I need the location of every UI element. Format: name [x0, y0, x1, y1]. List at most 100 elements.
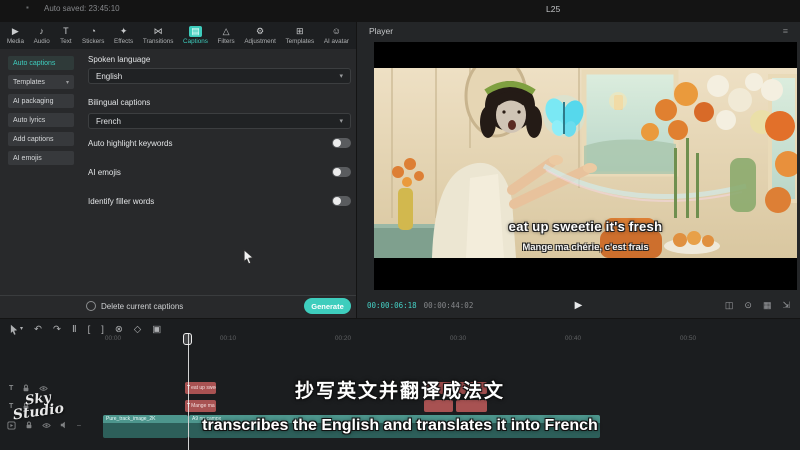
undo-icon[interactable]: ↶: [34, 323, 42, 336]
tab-label: Audio: [34, 38, 50, 45]
spoken-language-value: English: [96, 72, 122, 81]
top-bar: ▪ Auto saved: 23:45:10 L25: [0, 0, 800, 22]
tab-label: Media: [7, 38, 24, 45]
timeline-toolbar: ▾ ↶ ↷ Ⅱ [ ] ⊗ ◇ ▣: [10, 323, 161, 336]
tab-stickers[interactable]: ◔ Stickers: [82, 26, 104, 45]
filler-words-label: Identify filler words: [88, 197, 154, 206]
video-caption-french: Mange ma chérie, c'est frais: [374, 242, 797, 253]
ai-emojis-row: AI emojis: [88, 167, 351, 177]
ruler-label: 00:00: [99, 335, 127, 342]
select-tool[interactable]: ▾: [10, 323, 23, 336]
tab-text[interactable]: T Text: [59, 26, 72, 45]
extract-captions-icon[interactable]: ▣: [152, 323, 161, 336]
app-menu-icon[interactable]: ▪: [26, 3, 29, 12]
chevron-down-icon: ▾: [66, 79, 69, 86]
sidebar-item-label: AI emojis: [13, 155, 42, 162]
fullscreen-icon[interactable]: ⇲: [782, 300, 790, 311]
split-icon[interactable]: Ⅱ: [72, 323, 77, 336]
player-title: Player: [369, 26, 393, 36]
auto-highlight-row: Auto highlight keywords: [88, 138, 351, 148]
sidebar-item-label: Templates: [13, 79, 45, 86]
tab-media[interactable]: ▶ Media: [7, 26, 24, 45]
panel-footer-divider: [0, 295, 356, 296]
subtitle-overlay-english: transcribes the English and translates i…: [0, 417, 800, 435]
filler-words-row: Identify filler words: [88, 196, 351, 206]
auto-highlight-label: Auto highlight keywords: [88, 139, 173, 148]
tab-label: Effects: [114, 38, 133, 45]
caption-clip-text: Mange ma chérie, c'est frais: [191, 403, 216, 409]
sidebar-item-templates[interactable]: Templates ▾: [8, 75, 74, 89]
captions-panel: Auto captions Templates ▾ AI packaging A…: [0, 49, 356, 318]
transitions-icon: ⋈: [152, 26, 165, 37]
sidebar-item-ai-emojis[interactable]: AI emojis: [8, 151, 74, 165]
toggle-knob: [333, 197, 341, 205]
video-preview-stage[interactable]: eat up sweetie it's fresh Mange ma chéri…: [374, 42, 797, 290]
audio-icon: ♪: [35, 26, 48, 37]
tab-adjustment[interactable]: ⚙ Adjustment: [244, 26, 276, 45]
play-button[interactable]: ▶: [575, 300, 583, 311]
tab-label: Stickers: [82, 38, 104, 45]
tab-label: AI avatar: [324, 38, 349, 45]
subtitle-overlay-chinese: 抄写英文并翻译成法文: [0, 376, 800, 403]
chevron-down-icon: ▾: [339, 117, 343, 125]
spoken-language-label: Spoken language: [88, 55, 150, 64]
tab-label: Captions: [183, 38, 208, 45]
tab-captions[interactable]: ▤ Captions: [183, 26, 208, 45]
ratio-icon[interactable]: ◫: [725, 300, 734, 311]
filler-words-toggle[interactable]: [332, 196, 351, 206]
bilingual-captions-label: Bilingual captions: [88, 98, 150, 107]
sidebar-item-label: Auto captions: [13, 60, 55, 67]
tab-label: Adjustment: [244, 38, 276, 45]
sidebar-item-auto-captions[interactable]: Auto captions: [8, 56, 74, 70]
delete-captions-checkbox[interactable]: [86, 301, 96, 311]
ruler-label: 00:30: [444, 335, 472, 342]
tab-label: Text: [60, 38, 72, 45]
player-panel: Player ≡: [357, 22, 800, 318]
pointer-icon: [10, 324, 18, 335]
tab-effects[interactable]: ✦ Effects: [114, 26, 133, 45]
quality-icon[interactable]: ▦: [763, 300, 772, 311]
templates-icon: ⊞: [293, 26, 306, 37]
ruler-label: 00:50: [674, 335, 702, 342]
fit-icon[interactable]: ⊙: [744, 300, 752, 311]
captions-sidebar: Auto captions Templates ▾ AI packaging A…: [8, 56, 74, 170]
auto-highlight-toggle[interactable]: [332, 138, 351, 148]
autosave-status: Auto saved: 23:45:10: [44, 4, 120, 13]
tab-label: Transitions: [143, 38, 174, 45]
toggle-knob: [333, 168, 341, 176]
bilingual-captions-select[interactable]: French ▾: [88, 113, 351, 129]
sidebar-item-label: Add captions: [13, 136, 53, 143]
ai-emojis-toggle[interactable]: [332, 167, 351, 177]
effects-icon: ✦: [117, 26, 130, 37]
spoken-language-select[interactable]: English ▾: [88, 68, 351, 84]
tab-templates[interactable]: ⊞ Templates: [285, 26, 314, 45]
tab-ai-avatar[interactable]: ☺ AI avatar: [324, 26, 349, 45]
sidebar-item-ai-packaging[interactable]: AI packaging: [8, 94, 74, 108]
redo-icon[interactable]: ↷: [53, 323, 61, 336]
captions-icon: ▤: [189, 26, 202, 37]
player-menu-icon[interactable]: ≡: [783, 26, 788, 36]
ruler-label: 00:40: [559, 335, 587, 342]
player-right-icons: ◫ ⊙ ▦ ⇲: [725, 300, 790, 311]
ruler-label: 00:20: [329, 335, 357, 342]
tab-transitions[interactable]: ⋈ Transitions: [143, 26, 174, 45]
tab-label: Templates: [285, 38, 314, 45]
tab-filters[interactable]: △ Filters: [218, 26, 235, 45]
sidebar-item-auto-lyrics[interactable]: Auto lyrics: [8, 113, 74, 127]
delete-left-icon[interactable]: [: [88, 323, 91, 336]
sidebar-item-label: AI packaging: [13, 98, 53, 105]
delete-captions-label: Delete current captions: [101, 302, 183, 311]
bilingual-captions-value: French: [96, 117, 121, 126]
delete-captions-row: Delete current captions: [86, 301, 183, 311]
project-title: L25: [546, 4, 560, 14]
text-icon: T: [59, 26, 72, 37]
media-icon: ▶: [9, 26, 22, 37]
current-time: 00:00:06:18: [367, 301, 417, 310]
player-header: Player ≡: [357, 22, 800, 40]
generate-button[interactable]: Generate: [304, 298, 351, 314]
tab-audio[interactable]: ♪ Audio: [34, 26, 50, 45]
mask-icon[interactable]: ◇: [134, 323, 141, 336]
toggle-knob: [333, 139, 341, 147]
sidebar-item-add-captions[interactable]: Add captions: [8, 132, 74, 146]
main-toolbar: ▶ Media ♪ Audio T Text ◔ Stickers ✦ Effe…: [0, 22, 356, 49]
